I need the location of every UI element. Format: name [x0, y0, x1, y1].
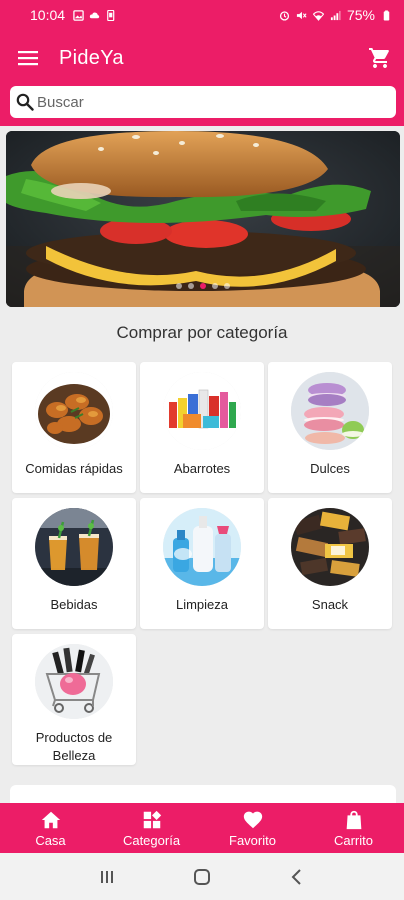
nav-label: Favorito	[229, 832, 276, 848]
carousel-dot[interactable]	[224, 283, 230, 289]
category-label: Abarrotes	[173, 461, 231, 476]
carousel-dot[interactable]	[212, 283, 218, 289]
mute-icon	[296, 11, 307, 19]
alarm-icon	[279, 10, 290, 21]
fried-chicken-photo	[35, 372, 113, 450]
carousel-dot-active[interactable]	[200, 283, 206, 289]
nav-label: Casa	[35, 832, 66, 848]
drinks-photo	[35, 508, 113, 586]
bag-icon	[346, 810, 361, 829]
macarons-photo	[291, 372, 369, 450]
home-button-icon[interactable]	[192, 867, 212, 887]
nav-item-categoria[interactable]: Categoría	[101, 803, 202, 853]
nav-item-casa[interactable]: Casa	[0, 803, 101, 853]
bottom-nav: Casa Categoría Favorito Carrito	[0, 803, 404, 853]
app-title: PideYa	[59, 46, 124, 69]
search-icon	[16, 93, 34, 111]
hamburger-menu-icon[interactable]	[16, 46, 40, 70]
category-label: Productos de Belleza	[35, 730, 113, 763]
category-card-snack[interactable]: Snack	[268, 498, 392, 629]
nav-item-favorito[interactable]: Favorito	[202, 803, 303, 853]
category-label: Bebidas	[50, 597, 98, 612]
heart-icon	[243, 811, 262, 828]
category-card-bebidas[interactable]: Bebidas	[12, 498, 136, 629]
beauty-products-photo	[35, 644, 113, 719]
carousel-dot[interactable]	[176, 283, 182, 289]
category-label: Comidas rápidas	[25, 461, 123, 476]
category-card-productos-de-belleza[interactable]: Productos de Belleza	[12, 634, 136, 765]
category-label: Dulces	[310, 461, 350, 476]
carousel-dot[interactable]	[188, 283, 194, 289]
category-card-comidas-rapidas[interactable]: Comidas rápidas	[12, 362, 136, 493]
status-bar: 10:04 75%	[0, 0, 404, 30]
category-label: Snack	[311, 597, 349, 612]
recent-apps-icon[interactable]	[97, 867, 117, 887]
category-card-abarrotes[interactable]: Abarrotes	[140, 362, 264, 493]
app-bar: PideYa	[0, 30, 404, 86]
battery-icon	[383, 9, 390, 21]
category-label: Limpieza	[175, 597, 229, 612]
carousel-dots	[6, 283, 400, 289]
status-left-icons	[73, 9, 116, 21]
next-section-card	[10, 785, 396, 805]
category-card-dulces[interactable]: Dulces	[268, 362, 392, 493]
gallery-icon	[73, 9, 84, 21]
cleaning-products-photo	[163, 508, 241, 586]
status-right: 75%	[279, 7, 392, 23]
phone-icon	[107, 9, 115, 21]
nav-label: Categoría	[122, 832, 181, 848]
section-title: Comprar por categoría	[116, 323, 288, 342]
search-bar[interactable]	[10, 86, 396, 118]
search-input[interactable]	[37, 93, 357, 111]
cloud-icon	[89, 12, 100, 18]
nav-item-carrito[interactable]: Carrito	[303, 803, 404, 853]
snacks-photo	[291, 508, 369, 586]
category-icon	[143, 810, 161, 828]
nav-label: Carrito	[333, 832, 373, 848]
status-time: 10:04	[30, 7, 66, 23]
cart-icon[interactable]	[368, 46, 392, 70]
groceries-photo	[163, 372, 241, 450]
burger-photo	[6, 131, 400, 307]
battery-percent: 75%	[346, 7, 375, 23]
promo-banner[interactable]	[6, 131, 400, 307]
back-icon[interactable]	[287, 867, 307, 887]
search-bar-container	[0, 86, 404, 126]
wifi-icon	[312, 10, 324, 21]
signal-icon	[330, 10, 341, 20]
home-icon	[41, 811, 60, 828]
system-nav-bar	[0, 853, 404, 900]
category-card-limpieza[interactable]: Limpieza	[140, 498, 264, 629]
